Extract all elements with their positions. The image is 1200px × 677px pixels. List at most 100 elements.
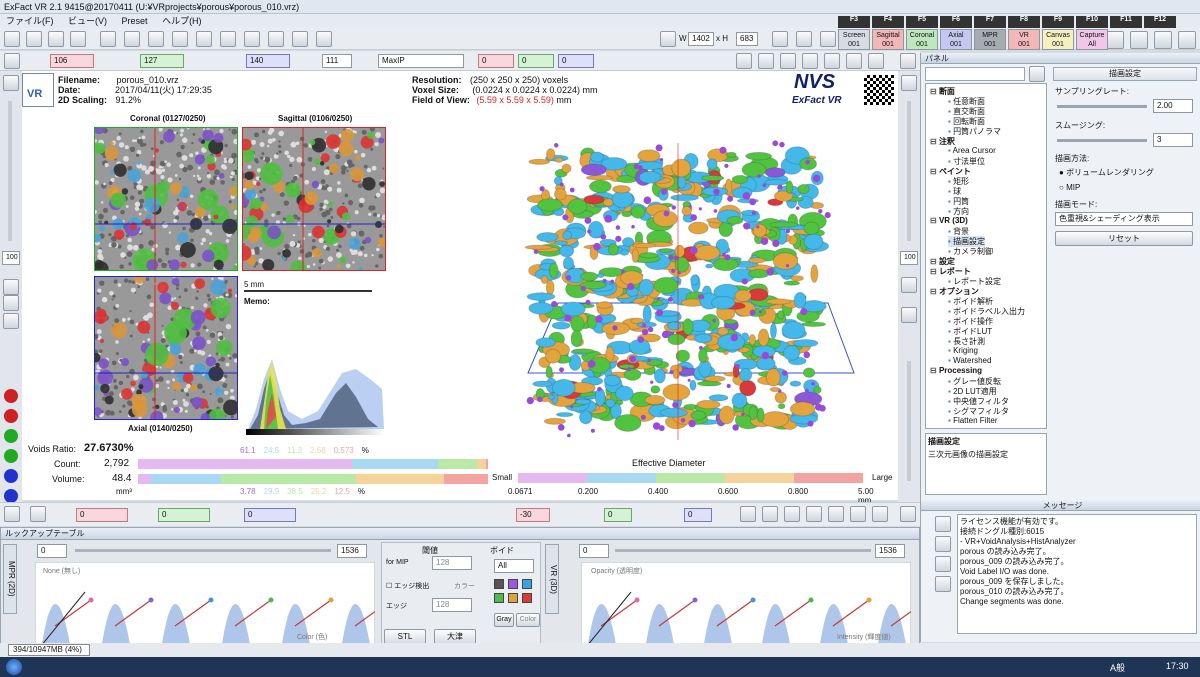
tool-icon[interactable] [758,53,774,69]
layout-icon[interactable] [772,31,788,47]
save-as-icon[interactable] [70,31,86,47]
void-select[interactable]: All [494,559,534,573]
tree-item[interactable]: ▪ 円筒パノラマ [948,126,1001,137]
void-color-swatch[interactable] [522,593,532,603]
gradient-icon[interactable] [3,295,19,311]
smoothing-input[interactable]: 3 [1153,133,1193,147]
start-icon[interactable] [6,659,22,675]
tree-item[interactable]: ⊟ VR (3D) [930,216,968,225]
view-icon[interactable] [762,506,778,522]
tool-icon[interactable] [824,53,840,69]
sagittal-slice-input[interactable]: 106 [50,54,94,68]
tree-item[interactable]: ▪ Area Cursor [948,146,996,155]
edge-threshold-input[interactable]: 128 [432,598,472,612]
zoom-icon[interactable] [3,75,19,91]
lut-left-min[interactable]: 0 [37,544,67,558]
zoom-icon[interactable] [901,75,917,91]
palette-icon[interactable] [1106,31,1124,49]
angle-input-3[interactable]: 0 [684,508,712,522]
offset-input-1[interactable]: 0 [478,54,514,68]
crosshair-icon[interactable] [4,53,20,69]
axial-slice-input[interactable]: 140 [246,54,290,68]
tree-item[interactable]: ▪ Watershed [948,356,991,365]
fit-icon[interactable] [3,279,19,295]
green-view-icon[interactable] [4,429,18,443]
reset-icon[interactable] [900,506,916,522]
tree-item[interactable]: ▪ Flatten Filter [948,416,998,425]
gray-button[interactable]: Gray [494,613,514,627]
panel-search-input[interactable] [925,67,1025,81]
void-color-swatch[interactable] [508,579,518,589]
menu-help[interactable]: ヘルプ(H) [162,16,202,26]
view-icon[interactable] [784,506,800,522]
render-mode-select[interactable]: 色重視&シェーディング表示 [1055,212,1193,226]
sagittal-slice-view[interactable] [242,127,386,271]
red-view-icon[interactable] [4,389,18,403]
color-button[interactable]: Color [516,613,540,627]
menu-view[interactable]: ビュー(V) [68,16,107,26]
lut-left-range-slider[interactable] [75,549,331,552]
offset-input-3[interactable]: 0 [558,54,594,68]
view-button-axial[interactable]: Axial 001 [940,29,972,50]
thickness-input[interactable]: 111 [322,54,352,68]
axial-slice-view[interactable] [94,276,238,420]
open-folder-icon[interactable] [26,31,42,47]
image-icon[interactable] [1130,31,1148,49]
tool-icon[interactable] [868,53,884,69]
angle-input-2[interactable]: 0 [604,508,632,522]
link-icon[interactable] [30,506,46,522]
coronal-slice-input[interactable]: 127 [140,54,184,68]
tool-icon[interactable] [780,53,796,69]
smoothing-slider[interactable] [1057,139,1147,142]
view-button-vr[interactable]: VR 001 [1008,29,1040,50]
zoom-slider[interactable] [8,101,12,241]
width-input[interactable]: 1402 [688,32,714,46]
volume-rendering-radio[interactable]: ● ボリュームレンダリング [1059,167,1154,178]
view-button-canvas[interactable]: Canvas 001 [1042,29,1074,50]
mip-radio[interactable]: ○ MIP [1059,183,1080,192]
layer-icon[interactable] [220,31,236,47]
view-icon[interactable] [872,506,888,522]
hand-icon[interactable] [901,307,917,323]
reset-button[interactable]: リセット [1055,231,1193,246]
view-button-mpr[interactable]: MPR 001 [974,29,1006,50]
layer-icon[interactable] [268,31,284,47]
mip-threshold-input[interactable]: 128 [432,556,472,570]
view-button-coronal[interactable]: Coronal 001 [906,29,938,50]
viewer-area[interactable]: VR Filename: porous_010.vrz Date: 2017/0… [22,71,898,453]
down-arrow-icon[interactable] [935,576,951,592]
blue-view-icon[interactable] [4,469,18,483]
angle-input-1[interactable]: -30 [516,508,550,522]
blue-view-icon[interactable] [4,489,18,503]
coronal-slice-view[interactable] [94,127,238,271]
view-icon[interactable] [740,506,756,522]
settings-icon[interactable] [900,53,916,69]
save-icon[interactable] [935,556,951,572]
view-icon[interactable] [828,506,844,522]
vr-3d-render[interactable] [498,133,858,453]
sampling-slider[interactable] [1057,105,1147,108]
tool-icon[interactable] [846,53,862,69]
zoom-slider[interactable] [907,101,911,241]
panel-tool-icon[interactable] [1029,66,1045,82]
table-icon[interactable] [1178,31,1196,49]
void-color-swatch[interactable] [494,593,504,603]
red-view-icon[interactable] [4,409,18,423]
layer-icon[interactable] [244,31,260,47]
void-color-swatch[interactable] [508,593,518,603]
void-color-grid[interactable] [494,579,538,609]
menu-file[interactable]: ファイル(F) [6,16,54,26]
broom-icon[interactable] [935,536,951,552]
lut-right-min[interactable]: 0 [579,544,609,558]
zoom-level[interactable]: 100 [900,251,918,265]
rotation-z-input[interactable]: 0 [244,508,296,522]
layer-icon[interactable] [124,31,140,47]
tool-icon[interactable] [736,53,752,69]
void-color-swatch[interactable] [522,579,532,589]
reset-icon[interactable] [4,506,20,522]
vertical-slider[interactable] [907,361,911,481]
lut-left-max[interactable]: 1536 [337,544,367,558]
fit-icon[interactable] [901,277,917,293]
layer-icon[interactable] [196,31,212,47]
rotation-x-input[interactable]: 0 [76,508,128,522]
